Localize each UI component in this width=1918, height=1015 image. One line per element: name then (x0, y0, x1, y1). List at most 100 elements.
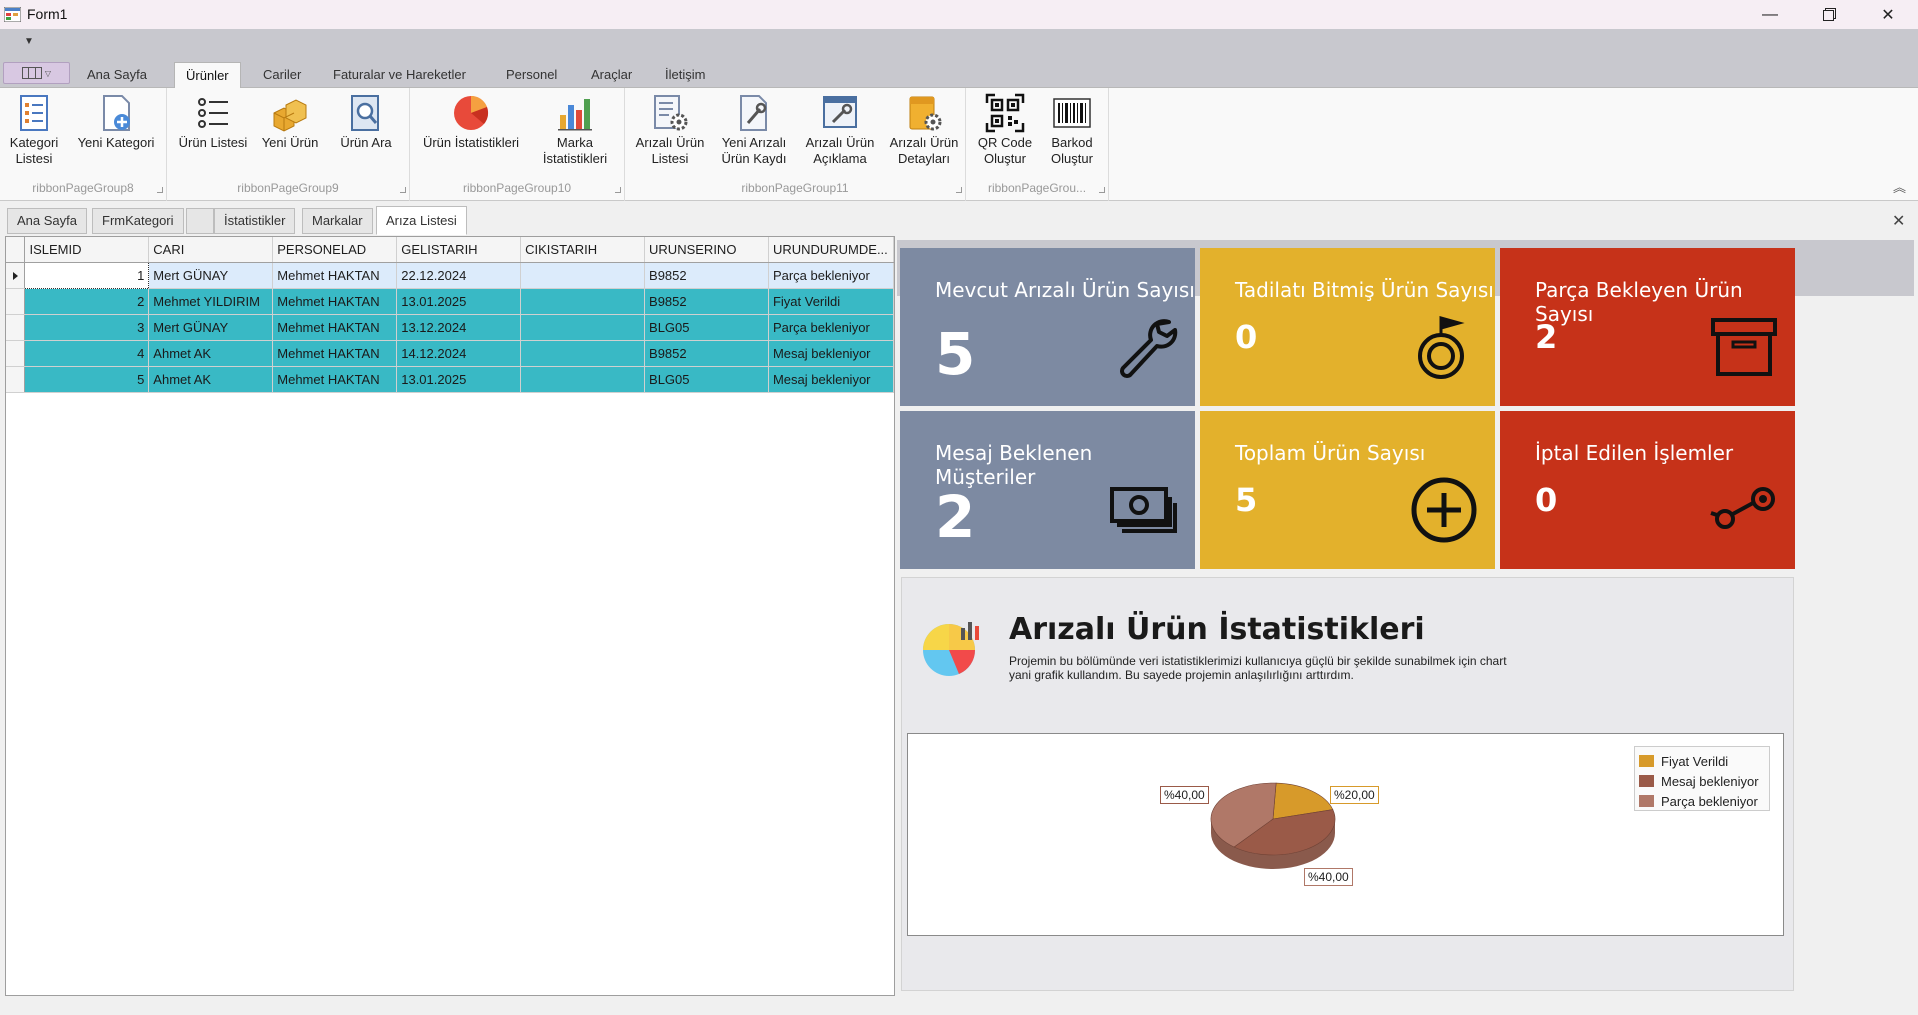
table-row[interactable]: 4 Ahmet AK Mehmet HAKTAN 14.12.2024 B985… (6, 340, 895, 367)
ribbon-tab-araclar[interactable]: Araçlar (580, 62, 643, 88)
table-row[interactable]: 3 Mert GÜNAY Mehmet HAKTAN 13.12.2024 BL… (6, 314, 895, 341)
urun-ara-button[interactable]: Ürün Ara (332, 93, 400, 151)
arizali-urun-detaylari-button[interactable]: Arızalı Ürün Detayları (882, 93, 966, 167)
qat-dropdown-icon[interactable]: ▼ (24, 36, 34, 47)
table-cell[interactable]: BLG05 (644, 314, 769, 341)
table-cell[interactable]: 1 (24, 261, 150, 289)
ariza-data-grid[interactable]: ISLEMID CARI PERSONELAD GELISTARIH CIKIS… (5, 236, 895, 996)
restore-button[interactable] (1800, 0, 1858, 29)
table-cell[interactable]: Mert GÜNAY (148, 262, 274, 289)
table-cell[interactable] (520, 366, 646, 393)
doc-tab-frmkategori[interactable]: FrmKategori (92, 208, 184, 234)
doc-tab-ana-sayfa[interactable]: Ana Sayfa (7, 208, 87, 234)
table-cell[interactable]: Mesaj bekleniyor (768, 340, 895, 367)
table-row[interactable]: 2 Mehmet YILDIRIM Mehmet HAKTAN 13.01.20… (6, 288, 895, 315)
doc-tab-istatistikler[interactable]: İstatistikler (214, 208, 296, 234)
table-cell[interactable]: 13.01.2025 (396, 366, 522, 393)
table-cell[interactable]: 3 (24, 314, 150, 341)
column-header[interactable]: PERSONELAD (272, 237, 398, 263)
table-cell[interactable]: Mehmet HAKTAN (272, 288, 398, 315)
table-cell[interactable] (520, 262, 646, 289)
table-cell[interactable]: 22.12.2024 (396, 262, 522, 289)
table-cell[interactable]: 13.12.2024 (396, 314, 522, 341)
table-cell[interactable]: Mehmet HAKTAN (272, 262, 398, 289)
row-header[interactable] (6, 262, 26, 289)
ribbon-tab-faturalar[interactable]: Faturalar ve Hareketler (322, 62, 477, 88)
table-cell[interactable] (520, 288, 646, 315)
collapse-ribbon-icon[interactable]: ︽ (1893, 177, 1906, 196)
minimize-button[interactable]: — (1741, 0, 1799, 29)
row-header[interactable] (6, 340, 26, 367)
table-cell[interactable]: Fiyat Verildi (768, 288, 895, 315)
table-cell[interactable]: 4 (24, 340, 150, 367)
dialog-launcher-icon[interactable] (157, 187, 163, 193)
table-cell[interactable]: 14.12.2024 (396, 340, 522, 367)
ribbon-tab-personel[interactable]: Personel (495, 62, 568, 88)
table-cell[interactable]: Mehmet HAKTAN (272, 340, 398, 367)
column-header[interactable]: URUNSERINO (644, 237, 769, 263)
doc-tab-empty[interactable] (186, 208, 214, 234)
kategori-listesi-button[interactable]: Kategori Listesi (5, 93, 63, 167)
table-cell[interactable]: Mert GÜNAY (148, 314, 274, 341)
table-row[interactable]: 1 Mert GÜNAY Mehmet HAKTAN 22.12.2024 B9… (6, 261, 895, 289)
ribbon-tab-ana-sayfa[interactable]: Ana Sayfa (76, 62, 158, 88)
yeni-urun-button[interactable]: Yeni Ürün (258, 93, 322, 151)
table-cell[interactable]: 2 (24, 288, 150, 315)
table-cell[interactable] (520, 340, 646, 367)
table-cell[interactable]: Ahmet AK (148, 366, 274, 393)
dialog-launcher-icon[interactable] (956, 187, 962, 193)
table-cell[interactable]: Ahmet AK (148, 340, 274, 367)
tile-tadilati-bitmis[interactable]: Tadilatı Bitmiş Ürün Sayısı 0 (1200, 248, 1495, 406)
column-header[interactable]: CIKISTARIH (520, 237, 646, 263)
table-cell[interactable]: B9852 (644, 340, 769, 367)
marka-istatistikleri-button[interactable]: Marka İstatistikleri (535, 93, 615, 167)
column-header[interactable]: GELISTARIH (396, 237, 522, 263)
table-row[interactable]: 5 Ahmet AK Mehmet HAKTAN 13.01.2025 BLG0… (6, 366, 895, 393)
table-cell[interactable]: 5 (24, 366, 150, 393)
arizali-urun-aciklama-button[interactable]: Arızalı Ürün Açıklama (798, 93, 882, 167)
tile-parca-bekleyen[interactable]: Parça Bekleyen Ürün Sayısı 2 (1500, 248, 1795, 406)
yeni-kategori-button[interactable]: Yeni Kategori (72, 93, 160, 151)
application-menu-button[interactable]: ▽ (3, 62, 70, 84)
arizali-urun-listesi-button[interactable]: Arızalı Ürün Listesi (633, 93, 707, 167)
row-header[interactable] (6, 366, 26, 393)
table-cell[interactable]: Mehmet HAKTAN (272, 366, 398, 393)
tile-toplam-urun[interactable]: Toplam Ürün Sayısı 5 (1200, 411, 1495, 569)
dialog-launcher-icon[interactable] (615, 187, 621, 193)
table-cell[interactable]: BLG05 (644, 366, 769, 393)
column-header[interactable]: ISLEMID (24, 237, 150, 263)
dialog-launcher-icon[interactable] (1099, 187, 1105, 193)
table-cell[interactable]: Parça bekleniyor (768, 314, 895, 341)
table-cell[interactable] (520, 314, 646, 341)
qr-code-olustur-button[interactable]: QR Code Oluştur (972, 93, 1038, 167)
table-cell[interactable]: Mehmet HAKTAN (272, 314, 398, 341)
close-button[interactable]: ✕ (1859, 0, 1917, 29)
tile-mevcut-arizali[interactable]: Mevcut Arızalı Ürün Sayısı 5 (900, 248, 1195, 406)
row-header[interactable] (6, 314, 26, 341)
urun-listesi-button[interactable]: Ürün Listesi (175, 93, 251, 151)
ribbon-tab-iletisim[interactable]: İletişim (654, 62, 716, 88)
column-header[interactable]: URUNDURUMDE... (768, 237, 895, 263)
ribbon-tab-urunler[interactable]: Ürünler (174, 62, 241, 88)
legend-swatch (1639, 775, 1654, 787)
row-header[interactable] (6, 288, 26, 315)
table-cell[interactable]: Parça bekleniyor (768, 262, 895, 289)
barkod-olustur-button[interactable]: Barkod Oluştur (1044, 93, 1100, 167)
urun-istatistikleri-button[interactable]: Ürün İstatistikleri (418, 93, 524, 151)
table-cell[interactable]: B9852 (644, 262, 769, 289)
tile-iptal-edilen[interactable]: İptal Edilen İşlemler 0 (1500, 411, 1795, 569)
tile-mesaj-beklenen[interactable]: Mesaj Beklenen Müşteriler 2 (900, 411, 1195, 569)
dialog-launcher-icon[interactable] (400, 187, 406, 193)
ribbon-tab-cariler[interactable]: Cariler (252, 62, 312, 88)
table-cell[interactable]: 13.01.2025 (396, 288, 522, 315)
row-header-corner[interactable] (6, 237, 26, 263)
pie-chart[interactable]: Fiyat Verildi Mesaj bekleniyor Parça bek… (907, 733, 1784, 936)
table-cell[interactable]: B9852 (644, 288, 769, 315)
table-cell[interactable]: Mehmet YILDIRIM (148, 288, 274, 315)
doc-tab-ariza-listesi[interactable]: Arıza Listesi (376, 206, 467, 235)
table-cell[interactable]: Mesaj bekleniyor (768, 366, 895, 393)
column-header[interactable]: CARI (148, 237, 274, 263)
yeni-arizali-urun-kaydi-button[interactable]: Yeni Arızalı Ürün Kaydı (715, 93, 793, 167)
close-document-icon[interactable]: ✕ (1892, 211, 1905, 231)
doc-tab-markalar[interactable]: Markalar (302, 208, 373, 234)
